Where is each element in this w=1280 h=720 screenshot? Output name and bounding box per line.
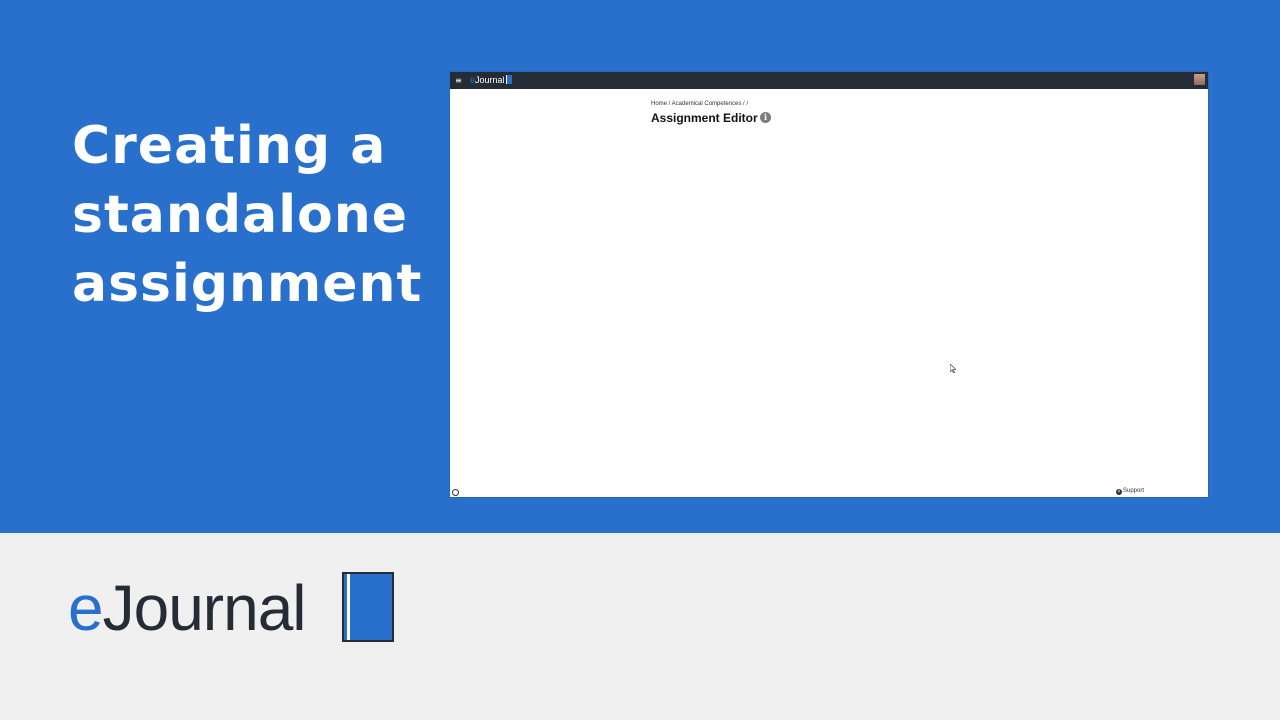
app-screenshot-window: ≡ eJournal Home / Academical Competences… xyxy=(450,72,1208,497)
navbar-brand[interactable]: eJournal xyxy=(470,74,512,87)
ejournal-logo: eJournal xyxy=(68,568,394,648)
logo-prefix: e xyxy=(68,572,104,644)
page-title: Assignment Editor xyxy=(651,111,758,125)
headline-line-1: Creating a xyxy=(72,116,387,176)
breadcrumb[interactable]: Home / Academical Competences / / xyxy=(651,100,748,108)
loader-icon xyxy=(452,489,459,496)
headline-line-2: standalone xyxy=(72,185,409,245)
logo-text: eJournal xyxy=(68,568,306,648)
support-link[interactable]: × Support xyxy=(1115,487,1144,495)
cursor-icon xyxy=(950,364,956,373)
menu-icon[interactable]: ≡ xyxy=(454,75,463,86)
app-navbar: ≡ eJournal xyxy=(450,72,1208,89)
headline-line-3: assignment xyxy=(72,254,423,314)
info-icon[interactable]: i xyxy=(760,112,771,123)
book-icon xyxy=(342,572,394,642)
avatar[interactable] xyxy=(1194,74,1205,85)
support-label: Support xyxy=(1122,488,1144,494)
logo-name: Journal xyxy=(102,572,307,644)
support-icon: × xyxy=(1115,489,1122,495)
brand-name: Journal xyxy=(475,75,505,85)
headline: Creating a standalone assignment xyxy=(72,112,432,319)
book-icon xyxy=(505,75,512,84)
